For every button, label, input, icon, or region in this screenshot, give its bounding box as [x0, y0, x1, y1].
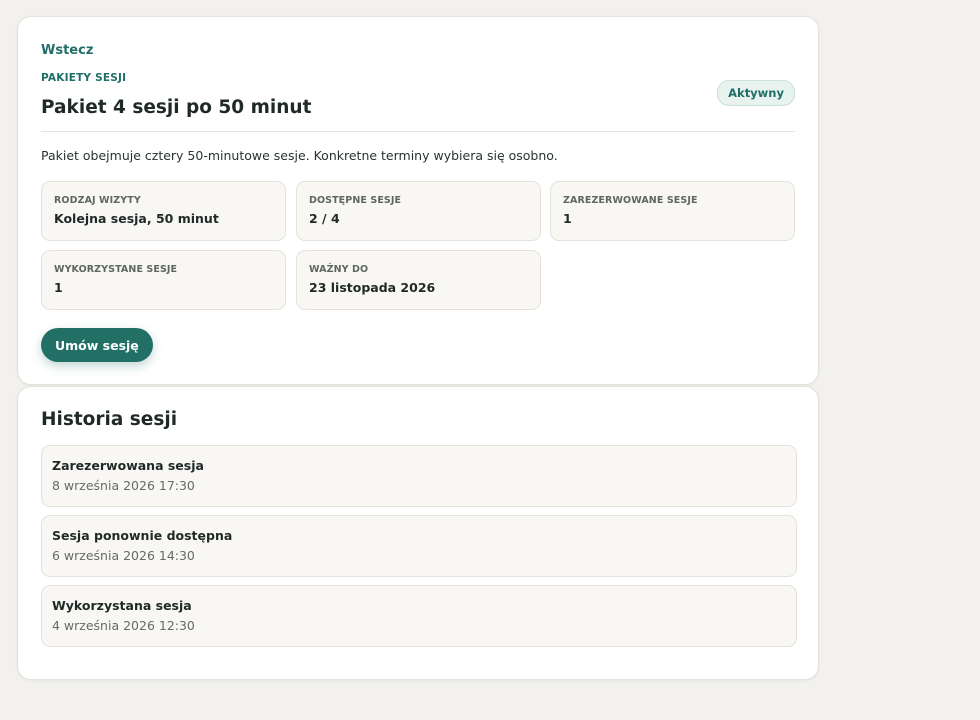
info-visit-type: RODZAJ WIZYTY Kolejna sesja, 50 minut [41, 181, 286, 241]
info-label: ZAREZERWOWANE SESJE [563, 195, 698, 206]
history-item: Zarezerwowana sesja 8 września 2026 17:3… [41, 445, 797, 507]
info-used-sessions: WYKORZYSTANE SESJE 1 [41, 250, 286, 310]
history-item-title: Wykorzystana sesja [52, 598, 192, 613]
history-title: Historia sesji [41, 409, 178, 430]
history-item-time: 8 września 2026 17:30 [52, 478, 195, 493]
history-item: Wykorzystana sesja 4 września 2026 12:30 [41, 585, 797, 647]
info-value: Kolejna sesja, 50 minut [54, 211, 219, 226]
divider [41, 131, 795, 132]
info-label: RODZAJ WIZYTY [54, 195, 141, 206]
back-link[interactable]: Wstecz [41, 43, 93, 58]
status-badge: Aktywny [717, 80, 795, 106]
info-label: DOSTĘPNE SESJE [309, 195, 402, 206]
history-item-time: 6 września 2026 14:30 [52, 548, 195, 563]
history-item-time: 4 września 2026 12:30 [52, 618, 195, 633]
info-available-sessions: DOSTĘPNE SESJE 2 / 4 [296, 181, 541, 241]
history-item-title: Sesja ponownie dostępna [52, 528, 233, 543]
info-valid-until: WAŻNY DO 23 listopada 2026 [296, 250, 541, 310]
info-label: WAŻNY DO [309, 264, 369, 275]
info-value: 1 [563, 211, 572, 226]
info-label: WYKORZYSTANE SESJE [54, 264, 178, 275]
page-title: Pakiet 4 sesji po 50 minut [41, 97, 312, 118]
section-eyebrow: PAKIETY SESJI [41, 72, 127, 84]
book-session-button[interactable]: Umów sesję [41, 328, 153, 362]
info-value: 1 [54, 280, 63, 295]
info-value: 2 / 4 [309, 211, 340, 226]
history-card: Historia sesji Zarezerwowana sesja 8 wrz… [17, 386, 819, 680]
package-description: Pakiet obejmuje cztery 50-minutowe sesje… [41, 148, 558, 163]
history-item-title: Zarezerwowana sesja [52, 458, 204, 473]
info-reserved-sessions: ZAREZERWOWANE SESJE 1 [550, 181, 795, 241]
package-card: Wstecz PAKIETY SESJI Pakiet 4 sesji po 5… [17, 16, 819, 385]
history-item: Sesja ponownie dostępna 6 września 2026 … [41, 515, 797, 577]
info-value: 23 listopada 2026 [309, 280, 436, 295]
